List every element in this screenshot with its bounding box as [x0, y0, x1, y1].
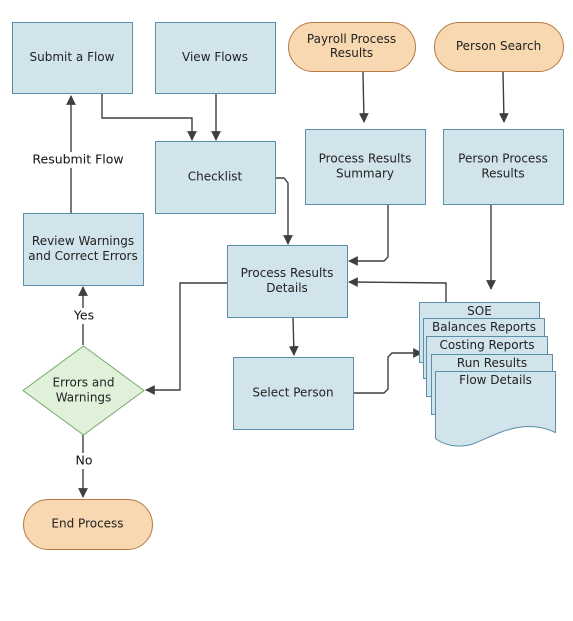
node-select-person[interactable]: Select Person: [233, 357, 354, 430]
edge-label-resubmit-flow: Resubmit Flow: [32, 152, 123, 167]
person-process-results-label: Person Process: [458, 152, 548, 166]
node-person-search[interactable]: Person Search: [434, 22, 564, 72]
node-end-process[interactable]: End Process: [23, 499, 153, 550]
connector-payroll-process-results-to-process-results-summary: [358, 71, 369, 123]
edge-label-no: No: [76, 453, 93, 468]
process-results-summary-label: Process Results: [319, 152, 412, 166]
node-payroll-process-results[interactable]: Payroll ProcessResults: [288, 22, 416, 72]
connector-submit-flow-to-checklist: [101, 94, 197, 141]
payroll-process-results-label: Results: [330, 46, 373, 60]
document-page-label: Costing Reports: [439, 338, 534, 352]
node-submit-flow[interactable]: Submit a Flow: [12, 22, 133, 94]
node-view-flows[interactable]: View Flows: [155, 22, 276, 94]
document-page-label: Flow Details: [459, 373, 532, 387]
node-person-process-results[interactable]: Person ProcessResults: [443, 129, 564, 205]
connector-reports-stack-to-process-results-details: [348, 277, 447, 302]
errors-and-warnings-label: Errors and: [53, 376, 115, 390]
node-process-results-summary[interactable]: Process ResultsSummary: [305, 129, 426, 205]
node-checklist[interactable]: Checklist: [155, 141, 276, 214]
node-reports-stack[interactable]: SOE Balances Reports Costing Reports Run Re…: [419, 302, 556, 447]
submit-flow-label: Submit a Flow: [30, 50, 115, 64]
end-process-label: End Process: [51, 517, 123, 531]
connector-process-results-details-to-select-person: [288, 316, 299, 356]
document-page-flow-details[interactable]: Flow Details: [435, 371, 556, 447]
payroll-process-results-label: Payroll Process: [307, 32, 396, 46]
edge-label-yes: Yes: [73, 308, 94, 323]
node-process-results-details[interactable]: Process ResultsDetails: [227, 245, 348, 318]
nodes-layer: Submit a Flow View FlowsPayroll ProcessRe…: [12, 22, 564, 550]
connector-process-results-summary-to-process-results-details: [348, 205, 389, 266]
document-page-label: SOE: [467, 304, 492, 318]
process-results-details-label: Details: [266, 281, 308, 295]
review-warnings-label: Review Warnings: [32, 234, 134, 248]
document-page-label: Balances Reports: [432, 320, 536, 334]
document-page-label: Run Results: [457, 356, 527, 370]
checklist-label: Checklist: [188, 170, 243, 184]
person-search-label: Person Search: [456, 39, 541, 53]
process-results-summary-label: Summary: [336, 167, 394, 181]
node-review-warnings[interactable]: Review Warningsand Correct Errors: [23, 213, 144, 286]
person-process-results-label: Results: [481, 167, 524, 181]
connector-checklist-to-process-results-details: [276, 177, 293, 245]
connector-person-search-to-person-process-results: [498, 71, 509, 123]
review-warnings-label: and Correct Errors: [28, 249, 138, 263]
select-person-label: Select Person: [252, 386, 333, 400]
errors-and-warnings-label: Warnings: [56, 391, 112, 405]
node-errors-and-warnings[interactable]: Errors andWarnings: [22, 345, 145, 436]
connector-select-person-to-reports-stack: [353, 348, 423, 394]
flowchart-canvas: Submit a Flow View FlowsPayroll ProcessRe…: [12, 22, 564, 550]
process-results-details-label: Process Results: [241, 266, 334, 280]
connector-process-results-details-to-errors-and-warnings: [145, 282, 228, 395]
view-flows-label: View Flows: [182, 50, 248, 64]
